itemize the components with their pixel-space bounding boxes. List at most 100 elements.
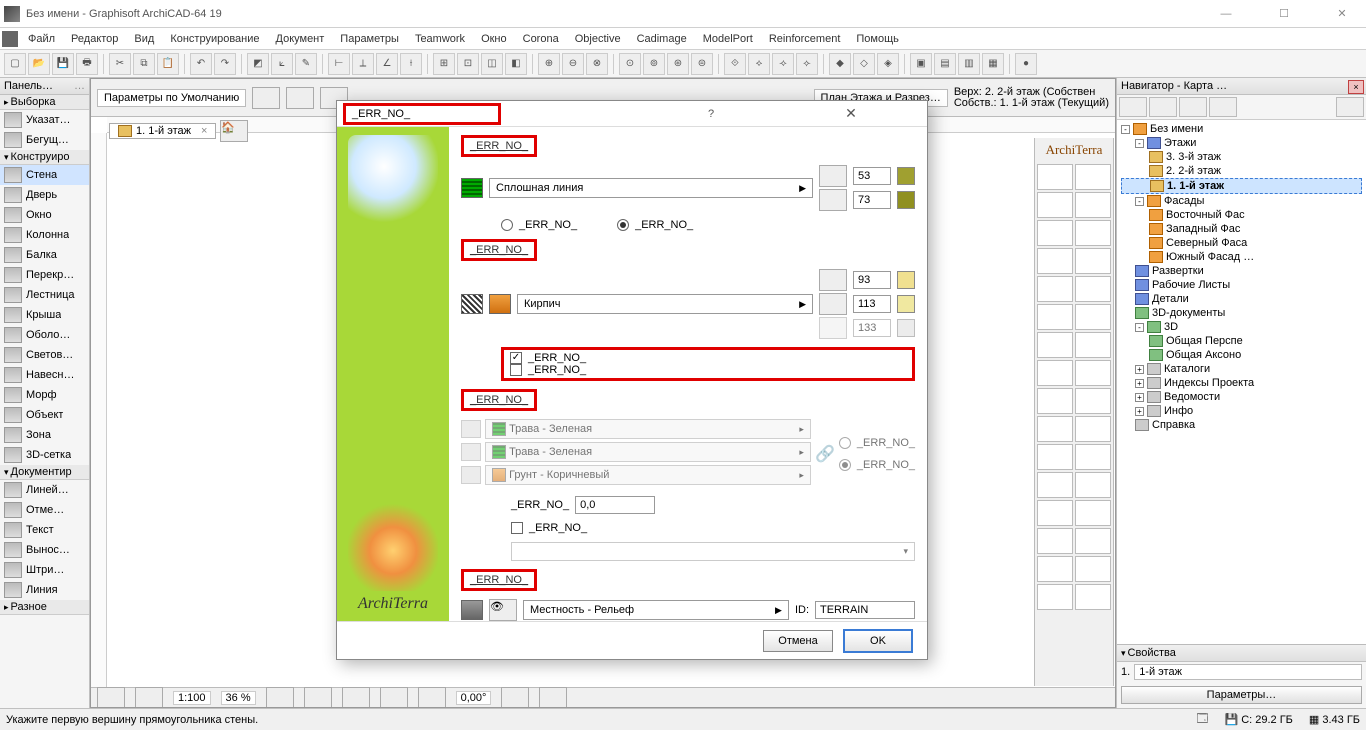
tool-text[interactable]: Текст	[0, 520, 89, 540]
menu-edit[interactable]: Редактор	[63, 33, 126, 45]
at-btn-28[interactable]	[1075, 528, 1111, 554]
tree-3d[interactable]: -3D	[1121, 320, 1362, 334]
tree-f2[interactable]: 2. 2-й этаж	[1121, 164, 1362, 178]
at-btn-23[interactable]	[1037, 472, 1073, 498]
tb-b3[interactable]: ▥	[958, 53, 980, 75]
at-btn-9[interactable]	[1037, 276, 1073, 302]
tb-z2[interactable]: ⟡	[748, 53, 770, 75]
at-btn-8[interactable]	[1075, 248, 1111, 274]
menu-file[interactable]: Файл	[20, 33, 63, 45]
props-params-button[interactable]: Параметры…	[1121, 686, 1362, 704]
cancel-button[interactable]: Отмена	[763, 630, 833, 652]
at-btn-17[interactable]	[1037, 388, 1073, 414]
radio-opt3[interactable]: _ERR_NO_	[839, 437, 915, 449]
tree-f1[interactable]: 1. 1-й этаж	[1121, 178, 1362, 194]
at-btn-11[interactable]	[1037, 304, 1073, 330]
navtab-menu[interactable]	[1336, 97, 1364, 117]
tool-line[interactable]: Линия	[0, 580, 89, 600]
at-btn-13[interactable]	[1037, 332, 1073, 358]
tree-root[interactable]: -Без имени	[1121, 122, 1362, 136]
canvas-tab[interactable]: 1. 1-й этаж×	[109, 123, 216, 139]
tool-curtain[interactable]: Навесн…	[0, 365, 89, 385]
ok-button[interactable]: OK	[843, 629, 913, 653]
tb-z1[interactable]: ⟐	[724, 53, 746, 75]
dialog-help-button[interactable]: ?	[641, 108, 781, 120]
at-btn-30[interactable]	[1075, 556, 1111, 582]
menu-objective[interactable]: Objective	[567, 33, 629, 45]
menu-modelport[interactable]: ModelPort	[695, 33, 761, 45]
cs-btn7[interactable]	[418, 687, 446, 709]
at-btn-22[interactable]	[1075, 444, 1111, 470]
at-btn-2[interactable]	[1075, 164, 1111, 190]
cutpen-2-color[interactable]	[897, 295, 915, 313]
tb-y2[interactable]: ⊚	[643, 53, 665, 75]
at-btn-25[interactable]	[1037, 500, 1073, 526]
tb-copy[interactable]: ⧉	[133, 53, 155, 75]
tb-z3[interactable]: ⟢	[772, 53, 794, 75]
tb-x2[interactable]: ⊖	[562, 53, 584, 75]
tb-paste[interactable]: 📋	[157, 53, 179, 75]
canvas-home-button[interactable]: 🏠	[220, 120, 248, 142]
at-btn-7[interactable]	[1037, 248, 1073, 274]
navtab-4[interactable]	[1209, 97, 1237, 117]
tree-persp[interactable]: Общая Перспе	[1121, 334, 1362, 348]
pen-top-color[interactable]	[897, 167, 915, 185]
tb-y3[interactable]: ⊛	[667, 53, 689, 75]
zoom-box[interactable]: 36 %	[221, 691, 256, 705]
radio-opt1[interactable]: _ERR_NO_	[501, 219, 577, 231]
radio-opt2[interactable]: _ERR_NO_	[617, 219, 693, 231]
tool-object[interactable]: Объект	[0, 405, 89, 425]
tree-fa3[interactable]: Северный Фаса	[1121, 236, 1362, 250]
minimize-button[interactable]: —	[1206, 3, 1246, 25]
at-btn-15[interactable]	[1037, 360, 1073, 386]
at-btn-6[interactable]	[1075, 220, 1111, 246]
tb-x3[interactable]: ⊗	[586, 53, 608, 75]
tool-column[interactable]: Колонна	[0, 225, 89, 245]
cutpen-2-value[interactable]: 113	[853, 295, 891, 313]
tree-info[interactable]: +Инфо	[1121, 404, 1362, 418]
tb-b4[interactable]: ▦	[982, 53, 1004, 75]
tool-arrow[interactable]: Указат…	[0, 110, 89, 130]
at-btn-4[interactable]	[1075, 192, 1111, 218]
tool-slab[interactable]: Перекр…	[0, 265, 89, 285]
tb-misc1[interactable]: ◩	[247, 53, 269, 75]
menu-cadimage[interactable]: Cadimage	[629, 33, 695, 45]
tree-rab[interactable]: Рабочие Листы	[1121, 278, 1362, 292]
cs-btn2[interactable]	[135, 687, 163, 709]
at-btn-10[interactable]	[1075, 276, 1111, 302]
tb-save[interactable]: 💾	[52, 53, 74, 75]
tool-marquee[interactable]: Бегущ…	[0, 130, 89, 150]
tree-cat[interactable]: +Каталоги	[1121, 362, 1362, 376]
scale-box[interactable]: 1:100	[173, 691, 211, 705]
tb-undo[interactable]: ↶	[190, 53, 212, 75]
tool-door[interactable]: Дверь	[0, 185, 89, 205]
layer-select[interactable]: Местность - Рельеф▶	[523, 600, 789, 620]
tb-grp2[interactable]: ⊡	[457, 53, 479, 75]
tree-det[interactable]: Детали	[1121, 292, 1362, 306]
tb-new[interactable]: ▢	[4, 53, 26, 75]
tb-x1[interactable]: ⊕	[538, 53, 560, 75]
tool-stair[interactable]: Лестница	[0, 285, 89, 305]
cs-btn6[interactable]	[380, 687, 408, 709]
tb-b2[interactable]: ▤	[934, 53, 956, 75]
menu-reinforcement[interactable]: Reinforcement	[761, 33, 849, 45]
tb-dim3[interactable]: ∠	[376, 53, 398, 75]
cs-btn3[interactable]	[266, 687, 294, 709]
tb-y1[interactable]: ⊙	[619, 53, 641, 75]
at-btn-14[interactable]	[1075, 332, 1111, 358]
tool-beam[interactable]: Балка	[0, 245, 89, 265]
tool-mesh[interactable]: 3D-сетка	[0, 445, 89, 465]
tb-grp1[interactable]: ⊞	[433, 53, 455, 75]
tb-cut[interactable]: ✂	[109, 53, 131, 75]
at-btn-26[interactable]	[1075, 500, 1111, 526]
menu-window[interactable]: Окно	[473, 33, 515, 45]
chk-opt2[interactable]: _ERR_NO_	[510, 364, 906, 376]
layer-eye-icon[interactable]: 👁	[489, 599, 517, 621]
at-btn-3[interactable]	[1037, 192, 1073, 218]
maximize-button[interactable]: ☐	[1264, 3, 1304, 25]
cutpen-1-color[interactable]	[897, 271, 915, 289]
dialog-close-button[interactable]: ✕	[781, 105, 921, 122]
at-btn-12[interactable]	[1075, 304, 1111, 330]
menu-help[interactable]: Помощь	[848, 33, 907, 45]
at-btn-27[interactable]	[1037, 528, 1073, 554]
